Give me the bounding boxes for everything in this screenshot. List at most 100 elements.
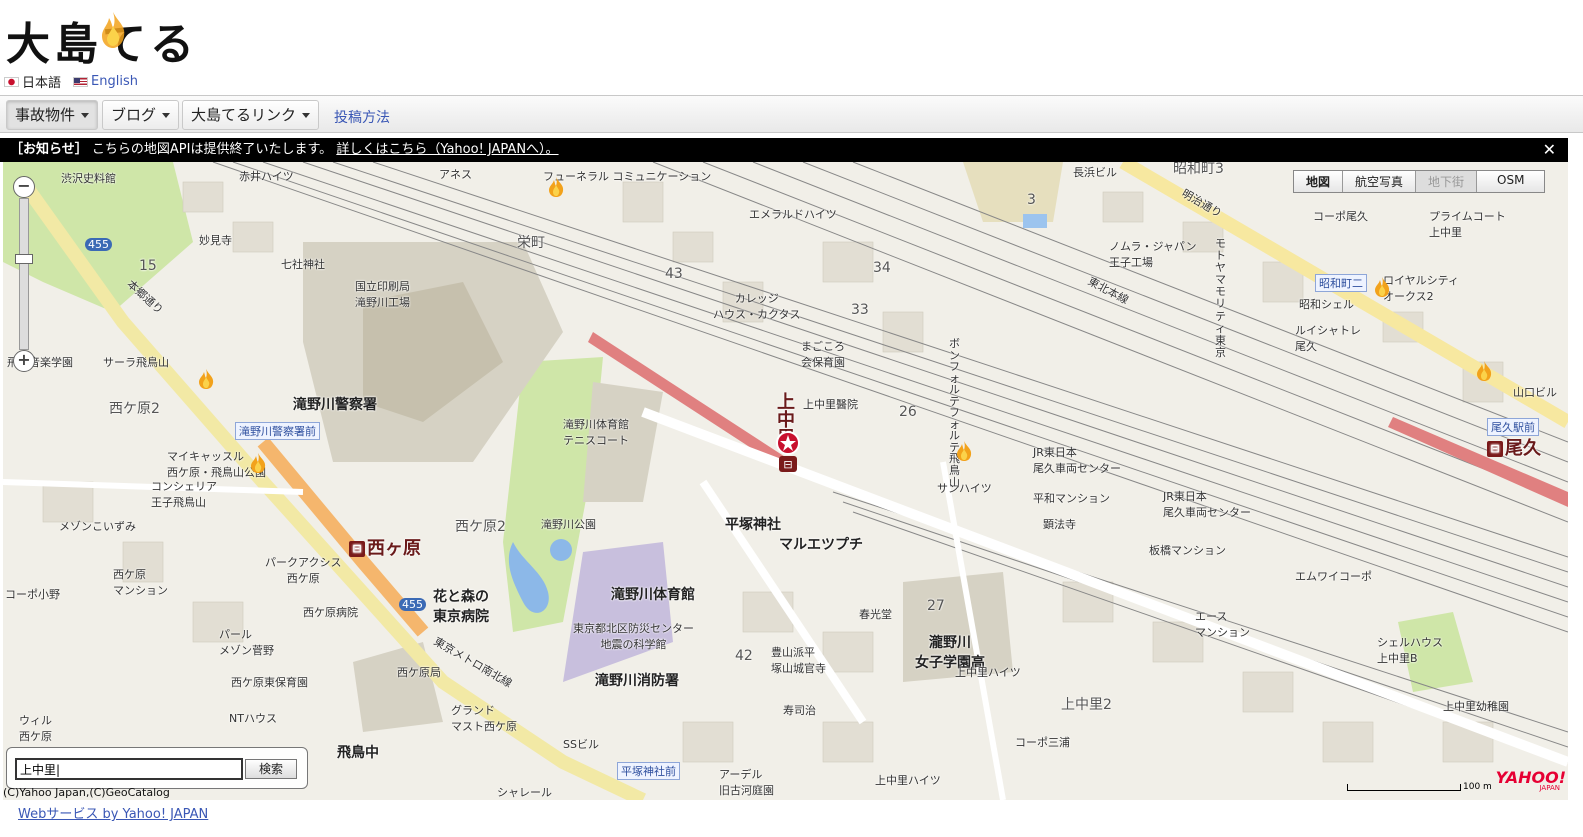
map-label: 西ケ原局 <box>397 666 441 679</box>
lang-ja[interactable]: 日本語 <box>4 72 61 91</box>
language-switcher: 日本語 English <box>4 72 138 91</box>
zoom-slider-handle[interactable] <box>15 254 33 264</box>
map-label: エメラルドハイツ <box>749 208 837 221</box>
map-label: メゾンこいずみ <box>59 520 136 533</box>
zoom-in-button[interactable]: + <box>13 350 35 372</box>
map-label: 西ケ原東保育園 <box>231 676 308 689</box>
map-label: モトヤマ モリティ 東京 <box>1215 237 1226 359</box>
map-label: ボンフォルテ フォルテ飛鳥山 <box>949 337 960 489</box>
map-label: 上中里幼稚園 <box>1443 700 1509 713</box>
zoom-out-button[interactable]: − <box>13 176 35 198</box>
incident-flame-icon[interactable] <box>1475 360 1493 382</box>
map-type-map[interactable]: 地図 <box>1294 171 1344 192</box>
zoom-slider-track[interactable] <box>19 198 29 350</box>
map-label: JR東日本 尾久車両センター <box>1163 490 1251 519</box>
map-label: シェルハウス 上中里B <box>1377 636 1443 665</box>
intersection-sign: 昭和町二 <box>1315 274 1367 292</box>
block-number: 26 <box>899 404 917 420</box>
nav-accident-property-label: 事故物件 <box>15 106 76 124</box>
incident-flame-icon[interactable] <box>1373 276 1391 298</box>
map-type-aerial[interactable]: 航空写真 <box>1343 171 1417 192</box>
nav-blog-label: ブログ <box>111 106 157 124</box>
notice-text: こちらの地図APIは提供終了いたします。 <box>91 142 333 157</box>
nav-links-label: 大島てるリンク <box>191 106 297 124</box>
map-label: 上中里醫院 <box>803 398 858 411</box>
notice-bar: ［お知らせ］ こちらの地図APIは提供終了いたします。 詳しくはこちら（Yaho… <box>0 138 1568 162</box>
map-label: 上中里ハイツ <box>955 666 1021 679</box>
map-label: 滝野川消防署 <box>595 673 679 689</box>
intersection-sign: 平塚神社前 <box>617 762 680 780</box>
map-search-button[interactable]: 検索 <box>245 759 297 779</box>
yahoo-webservice-link[interactable]: Webサービス by Yahoo! JAPAN <box>18 803 208 822</box>
block-number: 33 <box>851 302 869 318</box>
train-icon: ⊟ <box>1487 441 1503 457</box>
main-nav: 事故物件 ブログ 大島てるリンク 投稿方法 <box>0 95 1583 133</box>
map-label: 長浜ビル <box>1073 166 1117 179</box>
close-icon[interactable]: ✕ <box>1543 138 1556 162</box>
map-label: 顕法寺 <box>1043 518 1076 531</box>
nav-accident-property[interactable]: 事故物件 <box>6 100 99 130</box>
map-label: 妙見寺 <box>199 234 232 247</box>
map-label: 山口ビル <box>1513 386 1557 399</box>
map-label: ウィル 西ケ原 <box>19 714 52 743</box>
block-number: 42 <box>735 648 753 664</box>
map-label: 飛鳥中 <box>337 745 379 761</box>
nav-blog[interactable]: ブログ <box>102 100 180 130</box>
map-label: 滝野川体育館 テニスコート <box>563 418 629 447</box>
map-label: 平和マンション <box>1033 492 1110 505</box>
map-label: 西ケ原病院 <box>303 606 358 619</box>
station-label: ⊟ 尾久 <box>1487 434 1541 460</box>
site-logo[interactable]: 大島てる <box>6 8 196 72</box>
map-label: ルイシャトレ 尾久 <box>1295 324 1361 353</box>
map-label: シャレール <box>497 786 552 799</box>
notice-link[interactable]: 詳しくはこちら（Yahoo! JAPANへ）。 <box>336 142 558 157</box>
map-label: 花と森の 東京病院 <box>433 589 489 625</box>
map-label: コンシェリア 王子飛鳥山 <box>151 480 217 509</box>
map-type-underground[interactable]: 地下街 <box>1416 171 1478 192</box>
map-label: エムワイコーポ <box>1295 570 1372 583</box>
incident-flame-icon[interactable] <box>197 368 215 390</box>
map-type-osm[interactable]: OSM <box>1477 171 1545 192</box>
incident-flame-icon[interactable] <box>547 176 565 198</box>
zoom-control: − + <box>13 176 35 372</box>
map-label: まごころ 会保育園 <box>801 340 845 369</box>
train-icon: ⊟ <box>349 541 365 557</box>
block-number: 15 <box>139 258 157 274</box>
map-label: 春光堂 <box>859 608 892 621</box>
district-label: 上中里2 <box>1061 697 1112 713</box>
nav-post-method[interactable]: 投稿方法 <box>334 107 390 127</box>
route-shield: 455 <box>85 238 112 251</box>
block-number: 34 <box>873 260 891 276</box>
map-label: 平塚神社 <box>725 517 781 533</box>
station-name: 西ヶ原 <box>367 538 421 559</box>
map-label: プライムコート 上中里 <box>1429 210 1506 239</box>
incident-flame-icon[interactable] <box>955 440 973 462</box>
district-label: 西ケ原2 <box>455 519 506 535</box>
nav-links[interactable]: 大島てるリンク <box>182 100 320 130</box>
lang-en[interactable]: English <box>73 74 138 89</box>
map-label: アネス <box>439 168 472 181</box>
map-label: 東京都北区防災センター 地震の科学館 <box>573 622 694 651</box>
map-label: コーポ尾久 <box>1313 210 1368 223</box>
map-type-switcher: 地図 航空写真 地下街 OSM <box>1293 170 1546 193</box>
incident-flame-icon[interactable] <box>249 452 267 474</box>
block-number: 43 <box>665 266 683 282</box>
map-search-box: 検索 <box>6 747 308 789</box>
map-scale-bar <box>1347 784 1461 791</box>
map-label: 上中里ハイツ <box>875 774 941 787</box>
map-label: パークアクシス 西ケ原 <box>265 556 342 585</box>
caret-down-icon <box>162 112 171 118</box>
map-label: 国立印刷局 滝野川工場 <box>355 280 410 309</box>
map-label: コーポ小野 <box>5 588 60 601</box>
map-label: 滝野川体育館 <box>611 587 695 603</box>
caret-down-icon <box>81 112 90 118</box>
us-flag-icon <box>73 76 89 87</box>
caret-down-icon <box>302 112 311 118</box>
flame-icon <box>102 12 125 48</box>
map-search-input[interactable] <box>15 758 243 780</box>
map-label: 豊山派平 塚山城官寺 <box>771 646 826 675</box>
location-pin-icon[interactable]: ⊟ <box>775 430 801 474</box>
map-scale-label: 100 m <box>1463 782 1492 792</box>
map-canvas[interactable]: 渋沢史料館 赤井ハイツ アネス フューネラル コミュニケーション エメラルドハイ… <box>3 162 1568 800</box>
notice-tag: ［お知らせ］ <box>10 142 88 157</box>
